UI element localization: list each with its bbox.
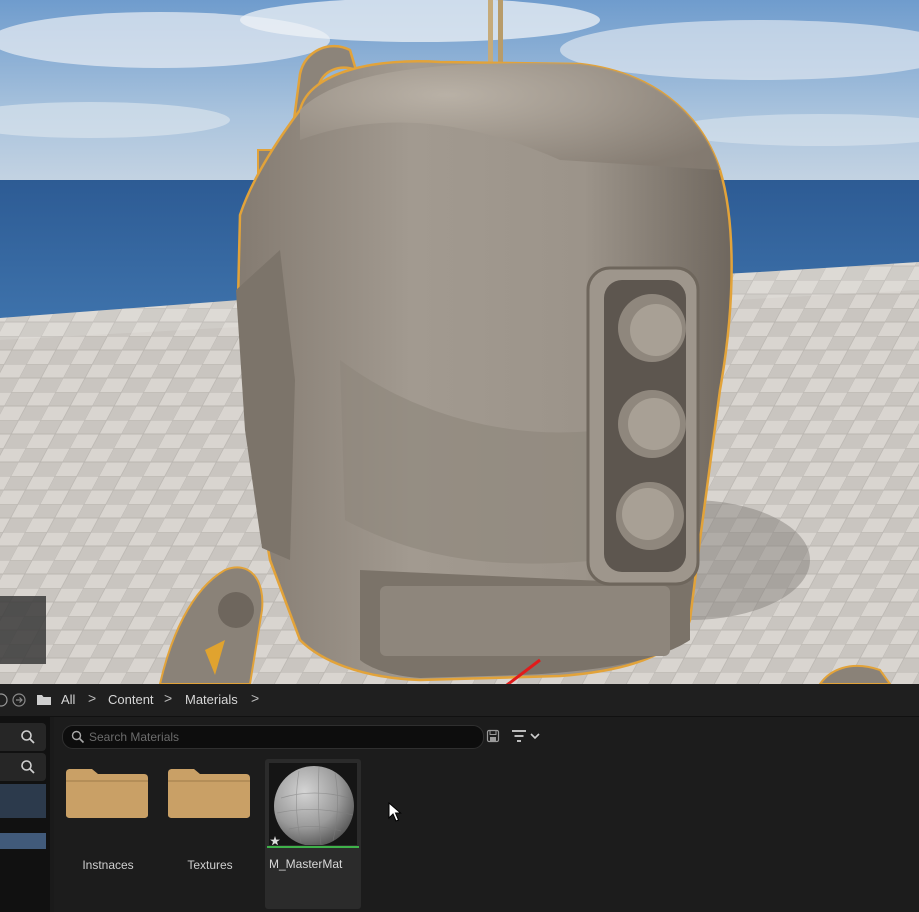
folder-icon [168, 769, 250, 818]
folder-tile-instnaces[interactable]: Instnaces [60, 759, 156, 909]
breadcrumb-separator[interactable]: > [251, 690, 259, 706]
sources-tree-item[interactable] [0, 784, 46, 818]
save-icon[interactable] [486, 729, 500, 743]
folder-icon [66, 769, 148, 818]
search-icon [21, 760, 35, 774]
breadcrumb-separator[interactable]: > [88, 690, 96, 706]
breadcrumb-separator[interactable]: > [164, 690, 172, 706]
material-tile-m-mastermat[interactable]: M_MasterMat [265, 759, 361, 909]
breadcrumb-materials[interactable]: Materials [185, 692, 238, 707]
chevron-down-icon [530, 733, 540, 740]
sources-search-button[interactable] [0, 723, 46, 751]
mouse-cursor-icon [388, 802, 402, 822]
content-browser: All > Content > Materials > Search Mater… [0, 684, 919, 912]
viewport-scene [0, 0, 919, 684]
viewport-overlay-panel [0, 596, 46, 664]
sources-panel [0, 717, 50, 912]
search-icon [71, 730, 85, 744]
material-sphere-preview [270, 766, 354, 846]
filter-icon [512, 730, 526, 742]
asset-name-label: Textures [187, 858, 233, 872]
collections-search-button[interactable] [0, 753, 46, 781]
search-icon [21, 730, 35, 744]
sources-tree-item-selected[interactable] [0, 833, 46, 849]
filter-button[interactable] [510, 726, 544, 746]
asset-name-label: Instnaces [82, 858, 134, 872]
asset-name-label: M_MasterMat [269, 857, 343, 871]
forward-arrow-icon[interactable] [12, 693, 26, 707]
folder-tile-textures[interactable]: Textures [162, 759, 258, 909]
material-thumbnail [269, 763, 357, 846]
star-icon [270, 836, 280, 846]
asset-view: Instnaces Textures [54, 717, 919, 912]
folder-icon [37, 695, 51, 705]
breadcrumb-all[interactable]: All [61, 692, 75, 707]
level-viewport[interactable] [0, 0, 919, 684]
breadcrumb-content[interactable]: Content [108, 692, 154, 707]
search-input[interactable] [89, 728, 469, 746]
asset-search-box[interactable] [62, 725, 484, 749]
back-arrow-icon[interactable] [0, 693, 8, 707]
path-bar: All > Content > Materials > [0, 684, 919, 717]
asset-type-bar [267, 846, 359, 848]
